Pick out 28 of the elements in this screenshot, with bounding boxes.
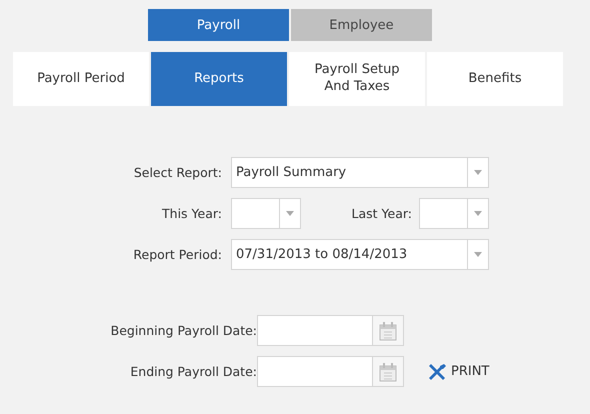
date-field[interactable]	[257, 315, 404, 346]
year-dropdown[interactable]	[419, 198, 489, 229]
caret-icon	[474, 170, 482, 175]
field-label: Select Report:	[132, 165, 222, 180]
tab[interactable]: Payroll Setup And Taxes	[289, 52, 425, 106]
field-label: Report Period:	[132, 247, 222, 262]
tab[interactable]: Employee	[291, 9, 432, 41]
tab[interactable]: Benefits	[427, 52, 563, 106]
tools-icon	[428, 362, 448, 382]
report-dropdown[interactable]: Payroll Summary	[231, 157, 489, 188]
field-label: Last Year:	[350, 206, 412, 221]
print-button[interactable]: PRINT	[428, 362, 490, 382]
field-label: Ending Payroll Date:	[129, 364, 257, 379]
year-dropdown[interactable]	[231, 198, 301, 229]
field-label: Beginning Payroll Date:	[110, 323, 257, 338]
field-label: This Year:	[161, 206, 222, 221]
calendar-icon	[378, 362, 398, 382]
calendar-icon	[378, 320, 398, 340]
tab[interactable]: Payroll Period	[13, 52, 149, 106]
calendar-button[interactable]	[372, 357, 403, 386]
calendar-button[interactable]	[372, 316, 403, 345]
date-field[interactable]	[257, 356, 404, 387]
caret-icon	[474, 211, 482, 216]
caret-icon	[286, 211, 294, 216]
tab[interactable]: Reports	[151, 52, 287, 106]
period-dropdown[interactable]: 07/31/2013 to 08/14/2013	[231, 239, 489, 270]
caret-icon	[474, 252, 482, 257]
tab[interactable]: Payroll	[148, 9, 289, 41]
